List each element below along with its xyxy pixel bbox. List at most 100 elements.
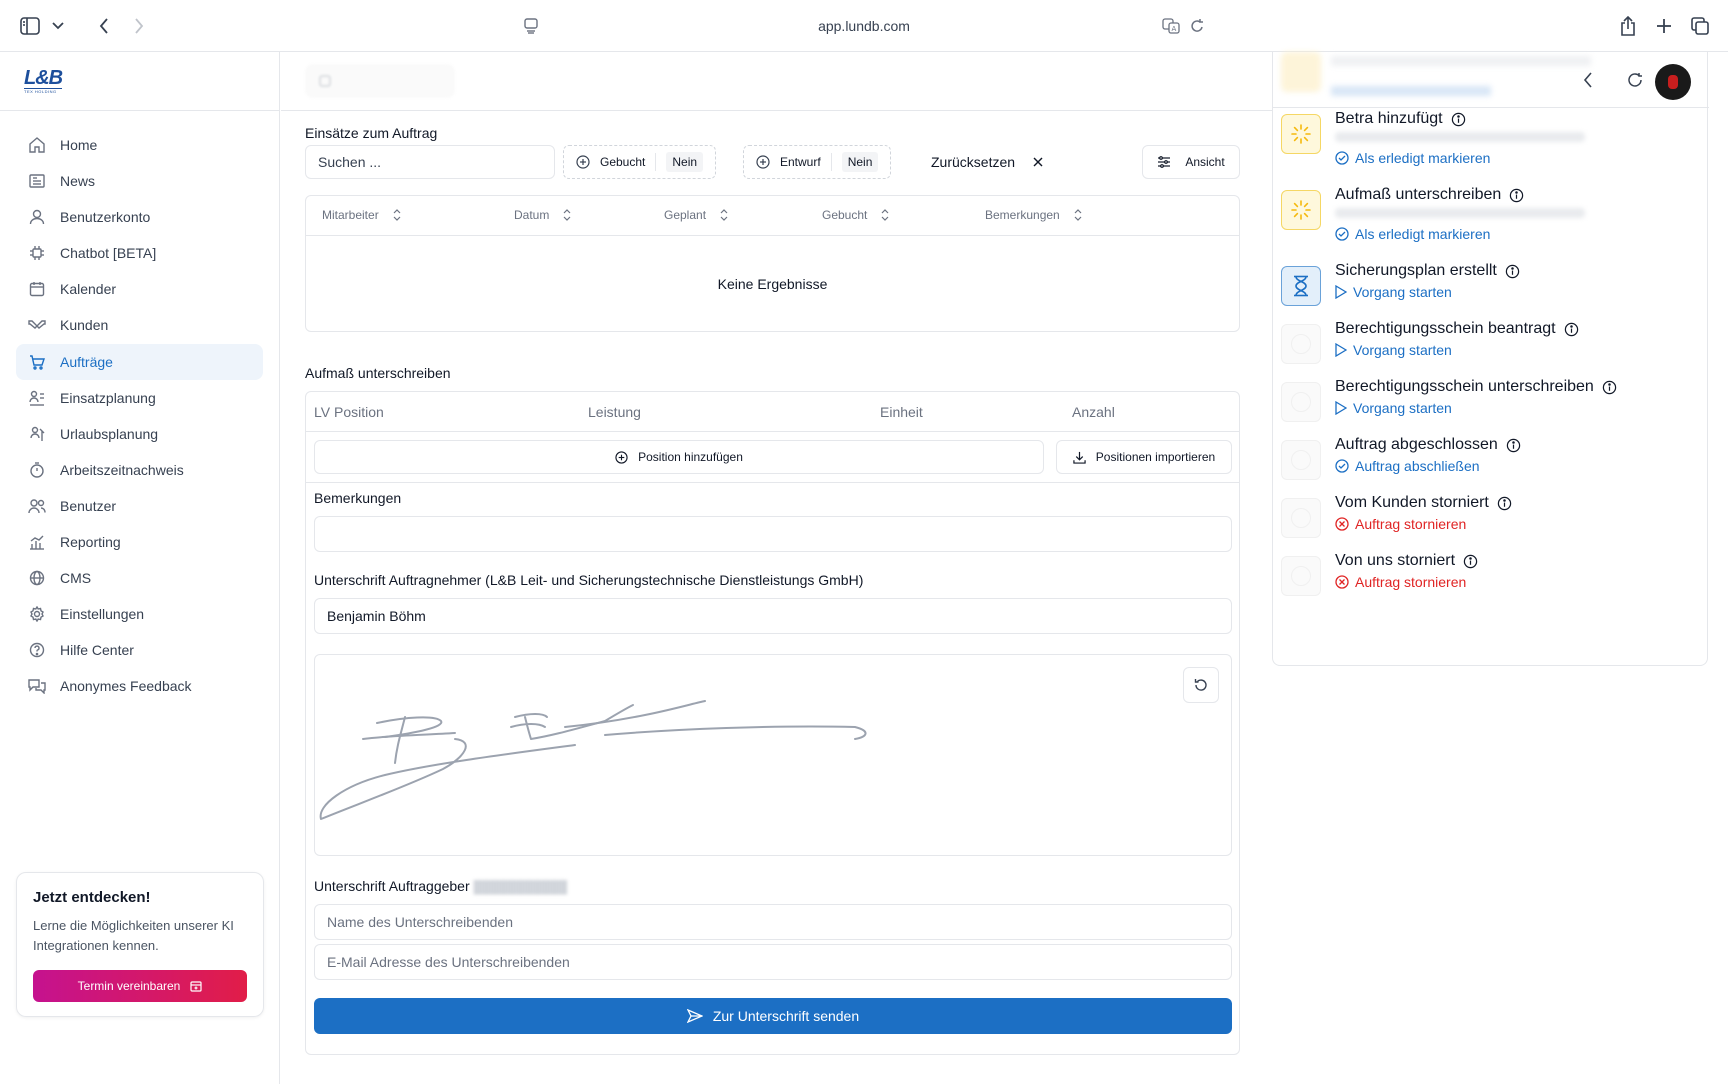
einsaetze-table: Mitarbeiter Datum Geplant Gebucht Bemerk… xyxy=(305,195,1240,332)
sidebar-item-label: Kunden xyxy=(60,317,109,334)
refresh-icon[interactable] xyxy=(1627,72,1643,88)
search-placeholder: Suchen ... xyxy=(318,154,382,170)
sidebar-item-cms[interactable]: CMS xyxy=(16,560,263,596)
send-for-signature-button[interactable]: Zur Unterschrift senden xyxy=(314,998,1232,1034)
step-meta-redacted xyxy=(1335,132,1585,142)
workflow-step: Von uns storniert Auftrag stornieren xyxy=(1281,552,1701,608)
column-label: Datum xyxy=(514,208,550,222)
aufmass-card: LV Position Leistung Einheit Anzahl Posi… xyxy=(305,391,1240,1055)
back-icon[interactable] xyxy=(92,14,116,38)
column-mitarbeiter[interactable]: Mitarbeiter xyxy=(322,208,401,222)
reset-filters-button[interactable]: Zurücksetzen xyxy=(931,145,1043,179)
external-link-icon xyxy=(319,75,331,87)
column-datum[interactable]: Datum xyxy=(514,208,571,222)
signature-pad[interactable] xyxy=(314,654,1232,856)
einsaetze-filter-bar: Suchen ... Gebucht Nein Entwurf Nein Zur… xyxy=(305,145,1240,179)
check-circle-icon xyxy=(1335,459,1349,473)
company-logo[interactable]: L&B TEX HOLDING xyxy=(24,68,63,94)
sidebar-item-anonymes-feedback[interactable]: Anonymes Feedback xyxy=(16,668,263,704)
empty-state: Keine Ergebnisse xyxy=(717,276,828,292)
sidebar-item-reporting[interactable]: Reporting xyxy=(16,524,263,560)
share-icon[interactable] xyxy=(1616,14,1640,38)
import-positions-button[interactable]: Positionen importieren xyxy=(1056,440,1232,474)
page-menu-icon[interactable] xyxy=(524,18,538,34)
step-action-button[interactable]: Als erledigt markieren xyxy=(1335,226,1490,242)
step-action-label: Als erledigt markieren xyxy=(1355,150,1491,166)
sidebar-item-hilfe-center[interactable]: Hilfe Center xyxy=(16,632,263,668)
info-icon[interactable] xyxy=(1505,264,1520,279)
step-action-button[interactable]: Vorgang starten xyxy=(1335,284,1452,300)
client-name-redacted: ███████████ xyxy=(473,880,568,894)
book-appointment-label: Termin vereinbaren xyxy=(77,979,181,993)
sidebar-item-auftraege[interactable]: Aufträge xyxy=(16,343,263,380)
forward-icon[interactable] xyxy=(127,14,151,38)
info-icon[interactable] xyxy=(1506,438,1521,453)
filter-gebucht[interactable]: Gebucht Nein xyxy=(563,145,717,179)
step-action-button[interactable]: Auftrag stornieren xyxy=(1335,574,1466,590)
translate-icon[interactable]: A xyxy=(1162,18,1180,34)
client-signature-label: Unterschrift Auftraggeber ███████████ xyxy=(314,878,567,894)
info-icon[interactable] xyxy=(1497,496,1512,511)
column-bemerkungen[interactable]: Bemerkungen xyxy=(985,208,1082,222)
sidebar-item-kalender[interactable]: Kalender xyxy=(16,271,263,307)
send-icon xyxy=(686,1009,703,1023)
sidebar-item-home[interactable]: Home xyxy=(16,127,263,163)
url-text[interactable]: app.lundb.com xyxy=(818,18,910,34)
step-action-label: Vorgang starten xyxy=(1353,284,1452,300)
info-icon[interactable] xyxy=(1463,554,1478,569)
sidebar-item-label: Aufträge xyxy=(60,353,113,370)
step-action-button[interactable]: Auftrag stornieren xyxy=(1335,516,1466,532)
info-icon[interactable] xyxy=(1451,112,1466,127)
sidebar-item-einstellungen[interactable]: Einstellungen xyxy=(16,596,263,632)
step-action-button[interactable]: Als erledigt markieren xyxy=(1335,150,1490,166)
plus-circle-icon xyxy=(576,155,590,169)
info-icon[interactable] xyxy=(1564,322,1579,337)
sidebar-item-benutzer[interactable]: Benutzer xyxy=(16,488,263,524)
feedback-icon xyxy=(28,677,46,695)
workflow-step: Berechtigungsschein beantragt Vorgang st… xyxy=(1281,320,1701,376)
check-circle-icon xyxy=(1335,227,1349,241)
sidebar-item-einsatzplanung[interactable]: Einsatzplanung xyxy=(16,380,263,416)
sidebar-item-kunden[interactable]: Kunden xyxy=(16,307,263,343)
main-topbar xyxy=(281,52,1272,111)
sidebar-item-chatbot[interactable]: Chatbot [BETA] xyxy=(16,235,263,271)
avatar[interactable] xyxy=(1655,64,1691,100)
signer-name-input[interactable]: Name des Unterschreibenden xyxy=(314,904,1232,940)
step-action-button[interactable]: Vorgang starten xyxy=(1335,400,1452,416)
sidebar-item-arbeitszeitnachweis[interactable]: Arbeitszeitnachweis xyxy=(16,452,263,488)
sidebar-item-news[interactable]: News xyxy=(16,163,263,199)
address-bar[interactable]: app.lundb.com A xyxy=(512,9,1216,43)
column-gebucht[interactable]: Gebucht xyxy=(822,208,889,222)
contractor-name-input[interactable]: Benjamin Böhm xyxy=(314,598,1232,634)
sort-icon xyxy=(881,209,889,221)
signer-email-placeholder: E-Mail Adresse des Unterschreibenden xyxy=(327,954,570,970)
book-appointment-button[interactable]: Termin vereinbaren xyxy=(33,970,247,1002)
info-icon[interactable] xyxy=(1509,188,1524,203)
collapse-panel-icon[interactable] xyxy=(1583,72,1593,88)
new-tab-icon[interactable] xyxy=(1652,14,1676,38)
view-options-button[interactable]: Ansicht xyxy=(1142,145,1240,179)
step-action-label: Vorgang starten xyxy=(1353,342,1452,358)
logo-area: L&B TEX HOLDING xyxy=(0,52,279,111)
x-circle-icon xyxy=(1335,575,1349,589)
remarks-input[interactable] xyxy=(314,516,1232,552)
info-icon[interactable] xyxy=(1602,380,1617,395)
cart-icon xyxy=(28,353,46,371)
sidebar-item-urlaubsplanung[interactable]: Urlaubsplanung xyxy=(16,416,263,452)
step-action-button[interactable]: Auftrag abschließen xyxy=(1335,458,1480,474)
signer-email-input[interactable]: E-Mail Adresse des Unterschreibenden xyxy=(314,944,1232,980)
sidebar-item-benutzerkonto[interactable]: Benutzerkonto xyxy=(16,199,263,235)
search-input[interactable]: Suchen ... xyxy=(305,145,555,179)
reload-icon[interactable] xyxy=(1190,18,1204,34)
tabs-overview-icon[interactable] xyxy=(1688,14,1712,38)
filter-entwurf[interactable]: Entwurf Nein xyxy=(743,145,892,179)
step-action-button[interactable]: Vorgang starten xyxy=(1335,342,1452,358)
client-signature-label-text: Unterschrift Auftraggeber xyxy=(314,878,470,894)
reset-signature-button[interactable] xyxy=(1183,667,1219,703)
sharepoint-button[interactable] xyxy=(305,64,455,98)
column-geplant[interactable]: Geplant xyxy=(664,208,728,222)
browser-toolbar: app.lundb.com A xyxy=(0,0,1728,52)
chevron-down-icon[interactable] xyxy=(46,14,70,38)
sidebar-toggle-icon[interactable] xyxy=(18,14,42,38)
add-position-button[interactable]: Position hinzufügen xyxy=(314,440,1044,474)
